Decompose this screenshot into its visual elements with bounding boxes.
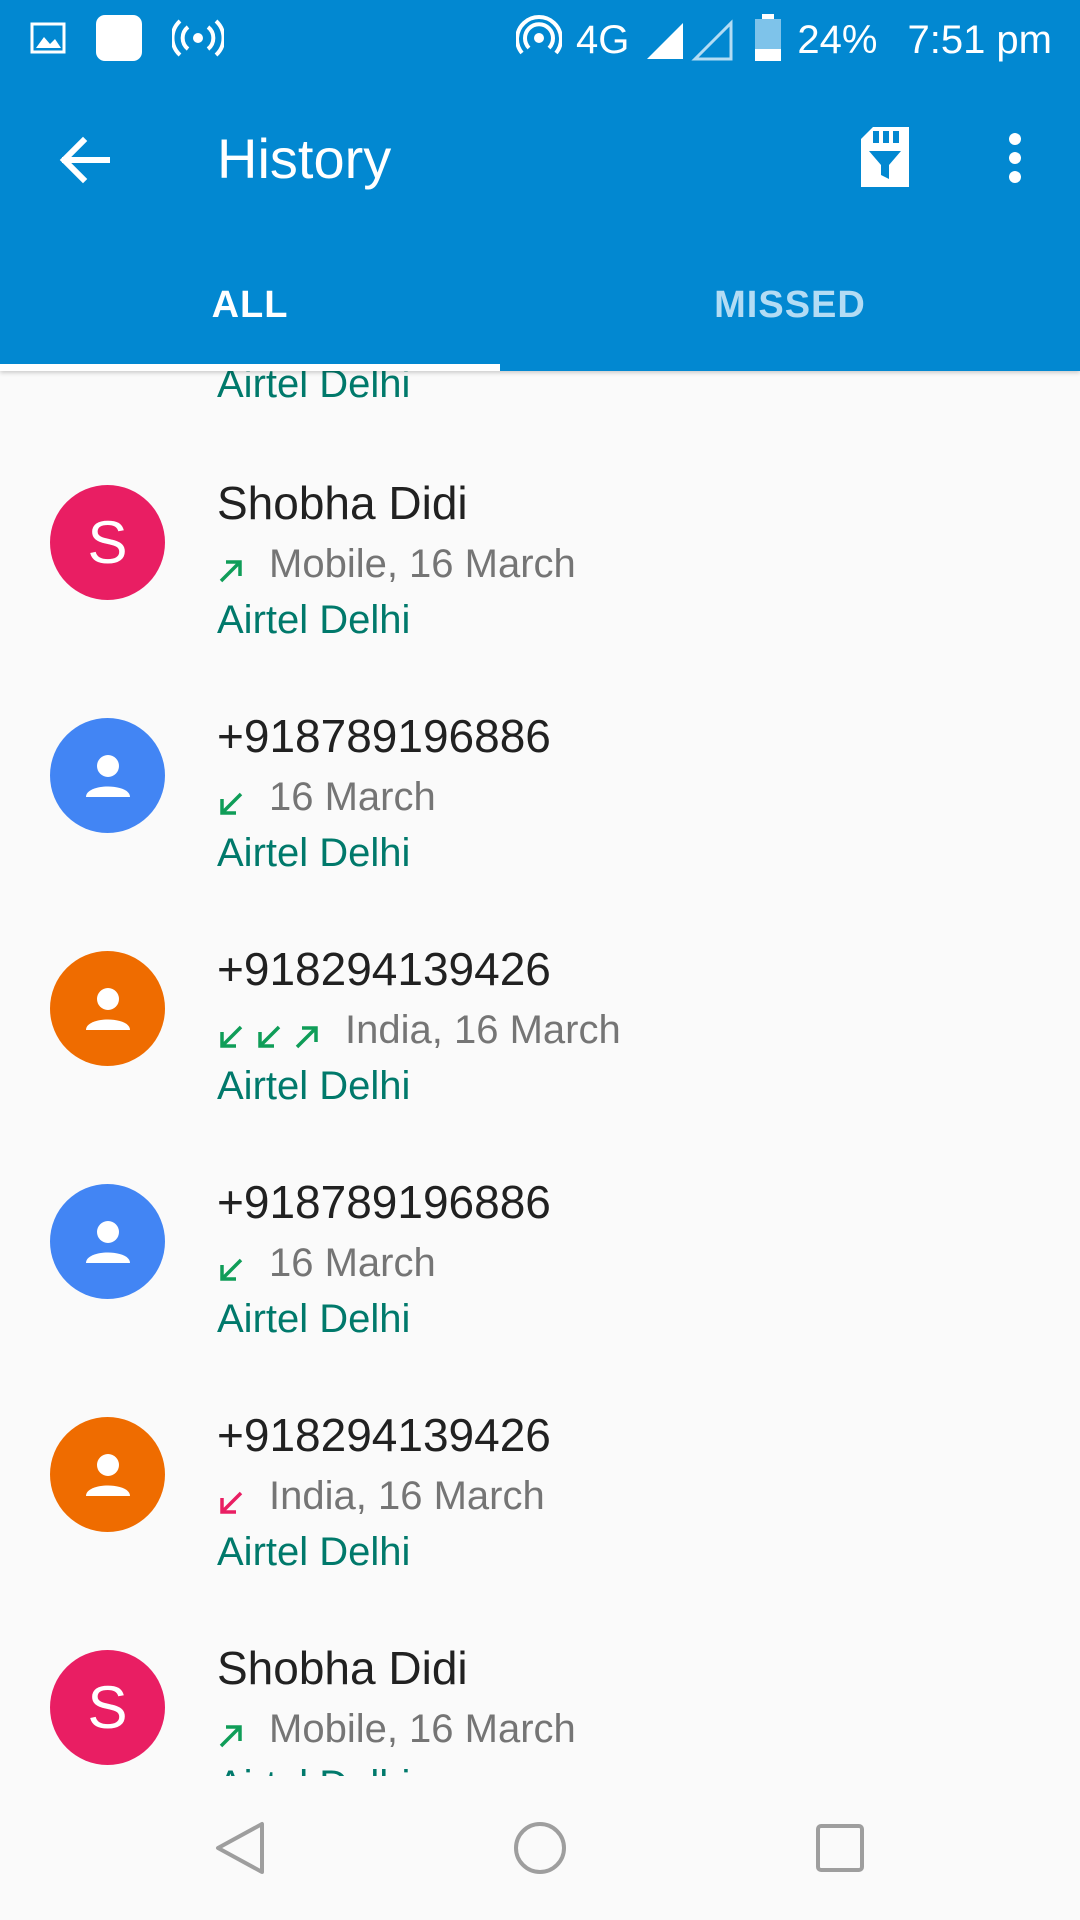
tab-missed[interactable]: MISSED: [540, 240, 1040, 371]
battery-icon: [753, 13, 783, 68]
call-type-icons: [217, 1016, 321, 1049]
nav-recents-icon: [814, 1822, 866, 1879]
contact-name: +918789196886: [217, 710, 551, 762]
person-icon: [83, 751, 133, 801]
avatar-letter: S: [87, 1674, 128, 1741]
sim-account-label: Airtel Delhi: [217, 1763, 410, 1776]
status-bar: 4G 24% 7:51 pm: [0, 0, 1080, 80]
call-type-icons: [217, 1249, 245, 1281]
contact-name: Shobha Didi: [217, 1642, 468, 1694]
call-type-icons: [217, 783, 245, 815]
tab-indicator: [0, 364, 500, 371]
clock: 7:51 pm: [907, 17, 1052, 62]
incoming-call-icon: [255, 1016, 283, 1048]
partial-account-label: Airtel Delhi: [217, 371, 411, 406]
image-icon: [30, 22, 66, 59]
call-type-icons: [217, 1715, 245, 1748]
call-type-icons: [217, 1482, 245, 1514]
incoming-call-icon: [217, 1249, 245, 1281]
call-history-screen: 4G 24% 7:51 pm History ALL MISSED Airtel…: [0, 0, 1080, 1920]
toolbar: History: [0, 80, 1080, 240]
tab-bar: ALL MISSED: [0, 240, 1080, 371]
call-history-list[interactable]: Airtel Delhi S Shobha Didi Mobile, 16 Marc…: [0, 371, 1080, 1776]
call-details: Mobile, 16 March: [217, 538, 576, 590]
contact-avatar[interactable]: [50, 718, 165, 833]
person-icon: [83, 1450, 133, 1500]
hotspot-icon: [170, 18, 226, 63]
call-details: India, 16 March: [217, 1470, 545, 1522]
app-bar: 4G 24% 7:51 pm History ALL MISSED: [0, 0, 1080, 371]
app-icon: [94, 13, 144, 68]
call-details: 16 March: [217, 1237, 436, 1289]
sim-account-label: Airtel Delhi: [217, 1297, 411, 1341]
nav-home-button[interactable]: [500, 1812, 580, 1888]
contact-avatar[interactable]: [50, 1184, 165, 1299]
more-options-button[interactable]: [985, 118, 1045, 202]
call-details: Mobile, 16 March: [217, 1703, 576, 1755]
contact-name: +918789196886: [217, 1176, 551, 1228]
avatar-letter: S: [87, 509, 128, 576]
call-type-icons: [217, 550, 245, 583]
more-vert-icon: [1007, 132, 1023, 189]
contact-avatar[interactable]: [50, 1417, 165, 1532]
status-bar-left-icons: [30, 12, 226, 68]
navigation-bar: [0, 1776, 1080, 1920]
nav-home-icon: [512, 1820, 568, 1881]
back-arrow-icon: [57, 133, 111, 192]
tab-all[interactable]: ALL: [0, 240, 500, 371]
call-details: 16 March: [217, 771, 436, 823]
call-detail-text: 16 March: [269, 774, 436, 819]
contact-avatar[interactable]: [50, 951, 165, 1066]
sim-account-label: Airtel Delhi: [217, 831, 411, 875]
call-details: India, 16 March: [217, 1004, 621, 1056]
status-bar-right-icons: 4G 24% 7:51 pm: [515, 12, 1052, 68]
call-log-row[interactable]: +918789196886 16 March Airtel Delhi: [0, 679, 1080, 912]
contact-name: +918294139426: [217, 943, 551, 995]
sim-account-label: Airtel Delhi: [217, 598, 411, 642]
sim-filter-icon: [857, 125, 913, 194]
contact-name: +918294139426: [217, 1409, 551, 1461]
call-log-row[interactable]: S Shobha Didi Mobile, 16 March Airtel Delhi: [0, 1611, 1080, 1776]
contact-avatar[interactable]: S: [50, 1650, 165, 1765]
contact-avatar[interactable]: S: [50, 485, 165, 600]
call-detail-text: Mobile, 16 March: [269, 1706, 576, 1751]
outgoing-call-icon: [217, 550, 245, 583]
nav-back-icon: [212, 1820, 268, 1881]
outgoing-call-icon: [217, 1715, 245, 1748]
back-button[interactable]: [44, 122, 124, 202]
wifi-calling-icon: [515, 14, 564, 66]
incoming-call-icon: [217, 1016, 245, 1048]
page-title: History: [217, 127, 392, 190]
call-log-row[interactable]: +918294139426 India, 16 March Airtel Delhi: [0, 912, 1080, 1145]
sim-filter-button[interactable]: [845, 116, 925, 202]
sim-account-label: Airtel Delhi: [217, 1064, 411, 1108]
nav-back-button[interactable]: [200, 1812, 280, 1888]
battery-percent: 24%: [797, 17, 878, 62]
call-detail-text: 16 March: [269, 1240, 436, 1285]
incoming-call-icon: [217, 783, 245, 815]
call-detail-text: India, 16 March: [345, 1007, 621, 1052]
network-type: 4G: [576, 17, 630, 62]
contact-name: Shobha Didi: [217, 477, 468, 529]
signal-icon: [643, 15, 739, 66]
person-icon: [83, 1217, 133, 1267]
nav-recents-button[interactable]: [800, 1812, 880, 1888]
outgoing-call-icon: [293, 1016, 321, 1049]
call-detail-text: India, 16 March: [269, 1473, 545, 1518]
call-log-row[interactable]: +918294139426 India, 16 March Airtel Delhi: [0, 1378, 1080, 1611]
sim-account-label: Airtel Delhi: [217, 1530, 411, 1574]
person-icon: [83, 984, 133, 1034]
missed-call-icon: [217, 1482, 245, 1514]
call-log-row[interactable]: S Shobha Didi Mobile, 16 March Airtel Delhi: [0, 446, 1080, 679]
call-log-row[interactable]: +918789196886 16 March Airtel Delhi: [0, 1145, 1080, 1378]
call-detail-text: Mobile, 16 March: [269, 541, 576, 586]
